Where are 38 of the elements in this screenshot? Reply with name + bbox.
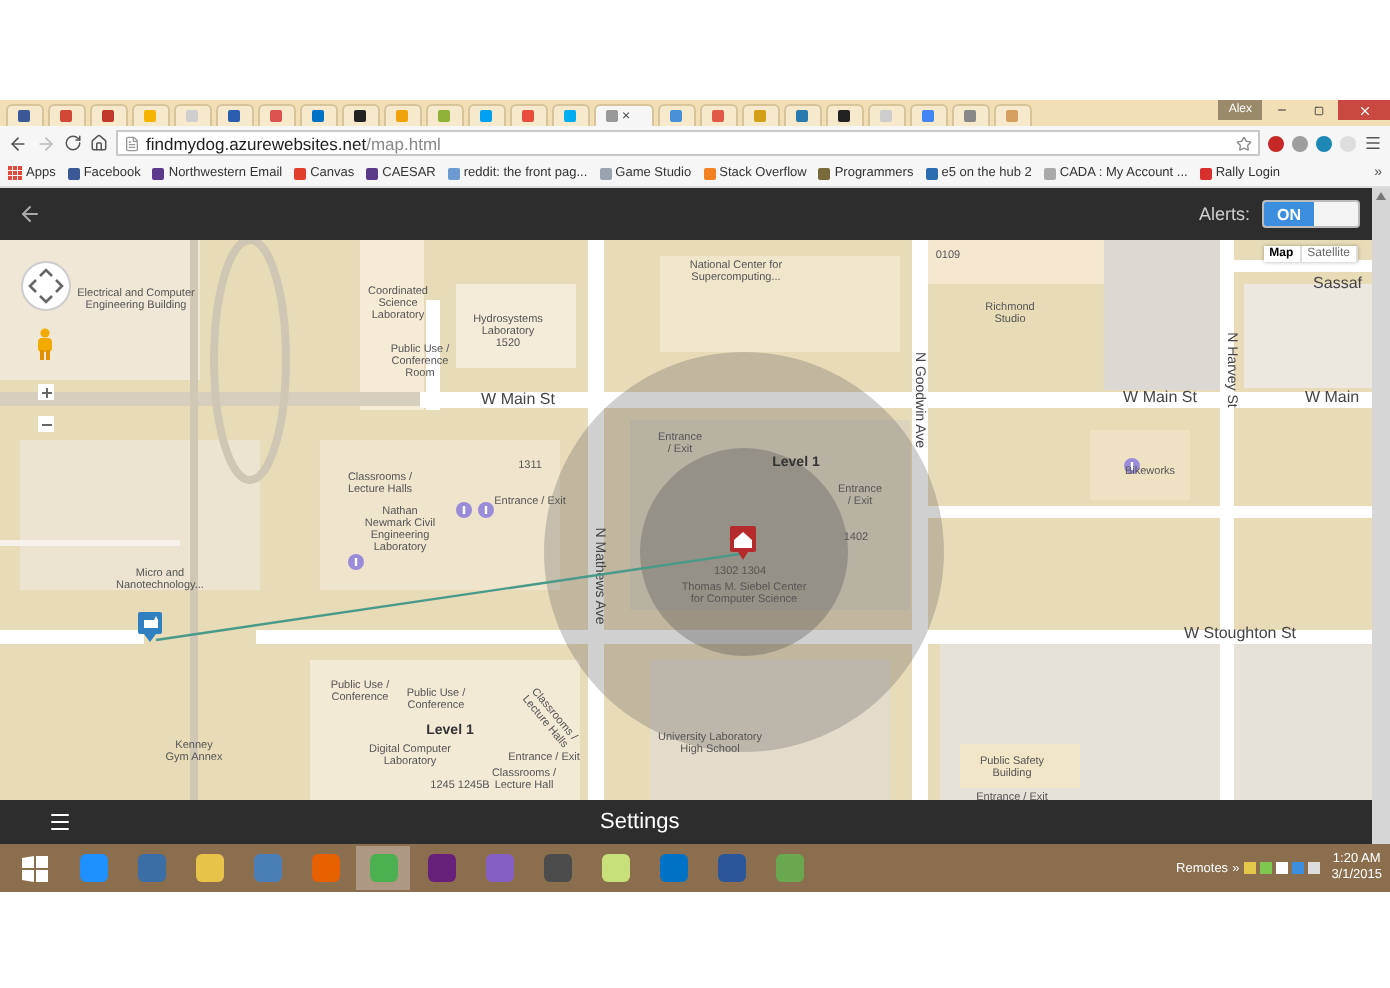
minus-icon bbox=[41, 419, 51, 429]
pan-control[interactable] bbox=[20, 260, 72, 312]
dog-marker-icon[interactable] bbox=[138, 612, 162, 642]
settings-title: Settings bbox=[600, 810, 680, 834]
alerts-label: Alerts: bbox=[1198, 204, 1250, 224]
address-bar[interactable]: findmydog.azurewebsites.net/map.html bbox=[116, 130, 1260, 156]
browser-tab[interactable] bbox=[6, 104, 44, 126]
back-button[interactable] bbox=[8, 133, 28, 153]
reload-button[interactable] bbox=[64, 134, 82, 152]
info-icon bbox=[348, 554, 364, 570]
street-label: Sassaf bbox=[1313, 274, 1362, 292]
page-icon bbox=[124, 135, 140, 151]
street-label: W Stoughton St bbox=[1183, 624, 1297, 642]
plus-icon bbox=[41, 387, 51, 397]
home-button[interactable] bbox=[90, 134, 108, 152]
bookmark-star-icon[interactable] bbox=[1236, 135, 1252, 151]
menu-icon[interactable] bbox=[48, 810, 72, 834]
close-icon bbox=[1357, 103, 1371, 117]
forward-button[interactable] bbox=[36, 133, 56, 153]
windows-logo-icon bbox=[22, 855, 48, 881]
house-marker-icon[interactable] bbox=[730, 526, 756, 560]
zoom-out-button[interactable] bbox=[38, 416, 54, 432]
maximize-icon bbox=[1313, 105, 1323, 115]
scroll-up-icon[interactable] bbox=[1376, 192, 1386, 200]
street-label: W Main St bbox=[1123, 388, 1197, 406]
person-icon[interactable] bbox=[36, 328, 54, 360]
back-arrow-icon[interactable] bbox=[18, 202, 42, 226]
info-icon bbox=[478, 502, 494, 518]
zoom-in-button[interactable] bbox=[38, 384, 54, 400]
browser-tab[interactable] bbox=[342, 104, 380, 126]
close-button[interactable] bbox=[1338, 100, 1390, 120]
street-label: W Main bbox=[1304, 388, 1360, 406]
browser-tab[interactable] bbox=[826, 104, 864, 126]
street-label: W Main St bbox=[481, 390, 555, 408]
info-icon bbox=[456, 502, 472, 518]
street-map-drawing[interactable] bbox=[0, 240, 1372, 800]
minimize-icon bbox=[1276, 104, 1288, 116]
menu-button[interactable] bbox=[1364, 134, 1382, 152]
